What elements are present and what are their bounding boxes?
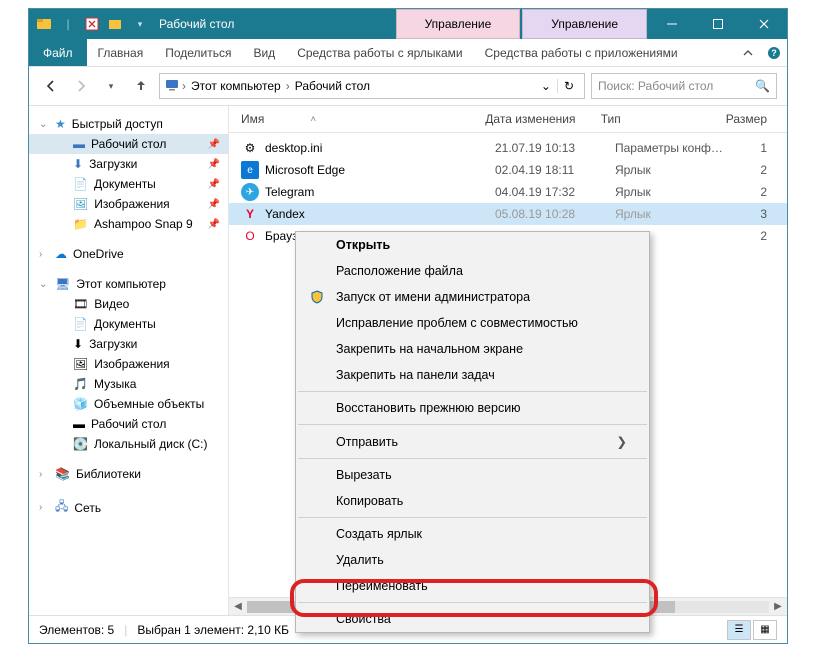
- sidebar-item-desktop[interactable]: ▬Рабочий стол📌: [29, 134, 228, 154]
- ribbon-file[interactable]: Файл: [29, 39, 87, 66]
- sidebar-quick-access[interactable]: ⌄★Быстрый доступ: [29, 114, 228, 134]
- explorer-icon: [33, 13, 55, 35]
- ctx-restore[interactable]: Восстановить прежнюю версию: [296, 395, 649, 421]
- nav-back-button[interactable]: [39, 74, 63, 98]
- view-icons-button[interactable]: ▦: [753, 620, 777, 640]
- sidebar-this-pc[interactable]: ⌄🖥Этот компьютер: [29, 274, 228, 294]
- ribbon-shortcut-tools[interactable]: Средства работы с ярлыками: [286, 39, 473, 66]
- address-bar[interactable]: › Этот компьютер › Рабочий стол ⌄ ↻: [159, 73, 585, 99]
- nav-up-button[interactable]: [129, 74, 153, 98]
- col-name[interactable]: Имя˄: [241, 112, 485, 126]
- pin-icon: 📌: [208, 219, 220, 230]
- ctx-create-shortcut[interactable]: Создать ярлык: [296, 521, 649, 547]
- help-icon[interactable]: ?: [761, 39, 787, 66]
- scroll-left-icon[interactable]: ◀: [229, 601, 247, 612]
- shield-icon: [308, 290, 326, 304]
- ctx-properties[interactable]: Свойства: [296, 606, 649, 632]
- sidebar-network[interactable]: ›🖧Сеть: [29, 494, 228, 521]
- pin-icon: 📌: [208, 159, 220, 170]
- ctx-file-location[interactable]: Расположение файла: [296, 258, 649, 284]
- window-title: Рабочий стол: [159, 17, 234, 31]
- edge-icon: e: [241, 161, 259, 179]
- ribbon-view[interactable]: Вид: [242, 39, 286, 66]
- qat-dropdown-icon[interactable]: ▾: [129, 13, 151, 35]
- titlebar: | ▾ Рабочий стол Управление Управление: [29, 9, 787, 39]
- col-type[interactable]: Тип: [601, 112, 726, 126]
- minimize-button[interactable]: [649, 9, 695, 39]
- sidebar-item-pictures[interactable]: 🖼Изображения: [29, 354, 228, 374]
- address-pc-icon: [164, 77, 180, 96]
- pin-icon: 📌: [208, 199, 220, 210]
- ctx-rename[interactable]: Переименовать: [296, 573, 649, 599]
- ctx-cut[interactable]: Вырезать: [296, 462, 649, 488]
- col-date[interactable]: Дата изменения: [485, 112, 600, 126]
- sidebar-libraries[interactable]: ›📚Библиотеки: [29, 464, 228, 484]
- sidebar-item-pictures[interactable]: 🖼Изображения📌: [29, 194, 228, 214]
- ribbon-collapse-icon[interactable]: [735, 39, 761, 66]
- ctx-run-admin[interactable]: Запуск от имени администратора: [296, 284, 649, 310]
- table-row[interactable]: ✈Telegram04.04.19 17:32Ярлык2: [229, 181, 787, 203]
- status-count: Элементов: 5: [39, 623, 114, 637]
- ctx-tab-app[interactable]: Управление: [522, 9, 647, 39]
- column-headers: Имя˄ Дата изменения Тип Размер: [229, 106, 787, 133]
- sidebar-item-desktop[interactable]: ▬Рабочий стол: [29, 414, 228, 434]
- ribbon-home[interactable]: Главная: [87, 39, 155, 66]
- refresh-icon[interactable]: ↻: [557, 79, 580, 93]
- view-details-button[interactable]: ☰: [727, 620, 751, 640]
- qat-divider: |: [57, 13, 79, 35]
- table-row[interactable]: ⚙desktop.ini21.07.19 10:13Параметры конф…: [229, 137, 787, 159]
- navbar: ▾ › Этот компьютер › Рабочий стол ⌄ ↻ По…: [29, 67, 787, 106]
- scroll-right-icon[interactable]: ▶: [769, 601, 787, 612]
- ctx-pin-taskbar[interactable]: Закрепить на панели задач: [296, 362, 649, 388]
- telegram-icon: ✈: [241, 183, 259, 201]
- sidebar-item-ashampoo[interactable]: 📁Ashampoo Snap 9📌: [29, 214, 228, 234]
- ctx-delete[interactable]: Удалить: [296, 547, 649, 573]
- sidebar-item-downloads[interactable]: ⬇Загрузки: [29, 334, 228, 354]
- ribbon: Файл Главная Поделиться Вид Средства раб…: [29, 39, 787, 67]
- yandex-icon: Y: [241, 205, 259, 223]
- search-icon[interactable]: 🔍: [755, 79, 770, 93]
- sidebar-onedrive[interactable]: ›☁OneDrive: [29, 244, 228, 264]
- ribbon-app-tools[interactable]: Средства работы с приложениями: [474, 39, 689, 66]
- svg-text:?: ?: [771, 48, 777, 58]
- pin-icon: 📌: [208, 179, 220, 190]
- chevron-right-icon[interactable]: ›: [284, 79, 292, 93]
- nav-forward-button[interactable]: [69, 74, 93, 98]
- sidebar-item-music[interactable]: 🎵Музыка: [29, 374, 228, 394]
- status-selection: Выбран 1 элемент: 2,10 КБ: [137, 623, 289, 637]
- col-size[interactable]: Размер: [726, 112, 787, 126]
- sidebar-item-3d[interactable]: 🧊Объемные объекты: [29, 394, 228, 414]
- table-row[interactable]: eMicrosoft Edge02.04.19 18:11Ярлык2: [229, 159, 787, 181]
- address-dropdown-icon[interactable]: ⌄: [535, 79, 557, 93]
- sidebar-item-documents[interactable]: 📄Документы📌: [29, 174, 228, 194]
- sidebar: ⌄★Быстрый доступ ▬Рабочий стол📌 ⬇Загрузк…: [29, 106, 229, 615]
- context-menu: Открыть Расположение файла Запуск от име…: [295, 231, 650, 633]
- ctx-copy[interactable]: Копировать: [296, 488, 649, 514]
- ctx-tab-shortcut[interactable]: Управление: [396, 9, 521, 39]
- ctx-compat[interactable]: Исправление проблем с совместимостью: [296, 310, 649, 336]
- close-button[interactable]: [741, 9, 787, 39]
- qat-newfolder-icon[interactable]: [105, 13, 127, 35]
- ctx-send-to[interactable]: Отправить❯: [296, 428, 649, 455]
- sidebar-item-documents[interactable]: 📄Документы: [29, 314, 228, 334]
- pin-icon: 📌: [208, 139, 220, 150]
- search-placeholder: Поиск: Рабочий стол: [598, 79, 713, 93]
- maximize-button[interactable]: [695, 9, 741, 39]
- crumb-pc[interactable]: Этот компьютер: [188, 79, 284, 93]
- chevron-right-icon[interactable]: ›: [180, 79, 188, 93]
- sidebar-item-local-disk[interactable]: 💽Локальный диск (C:): [29, 434, 228, 454]
- search-input[interactable]: Поиск: Рабочий стол 🔍: [591, 73, 777, 99]
- ctx-open[interactable]: Открыть: [296, 232, 649, 258]
- ribbon-share[interactable]: Поделиться: [154, 39, 242, 66]
- table-row[interactable]: YYandex05.08.19 10:28Ярлык3: [229, 203, 787, 225]
- crumb-desktop[interactable]: Рабочий стол: [292, 79, 373, 93]
- sidebar-item-downloads[interactable]: ⬇Загрузки📌: [29, 154, 228, 174]
- sidebar-item-videos[interactable]: 🎞Видео: [29, 294, 228, 314]
- qat-properties-icon[interactable]: [81, 13, 103, 35]
- opera-icon: O: [241, 227, 259, 245]
- nav-recent-button[interactable]: ▾: [99, 74, 123, 98]
- ini-icon: ⚙: [241, 139, 259, 157]
- chevron-right-icon: ❯: [617, 434, 627, 449]
- ctx-pin-start[interactable]: Закрепить на начальном экране: [296, 336, 649, 362]
